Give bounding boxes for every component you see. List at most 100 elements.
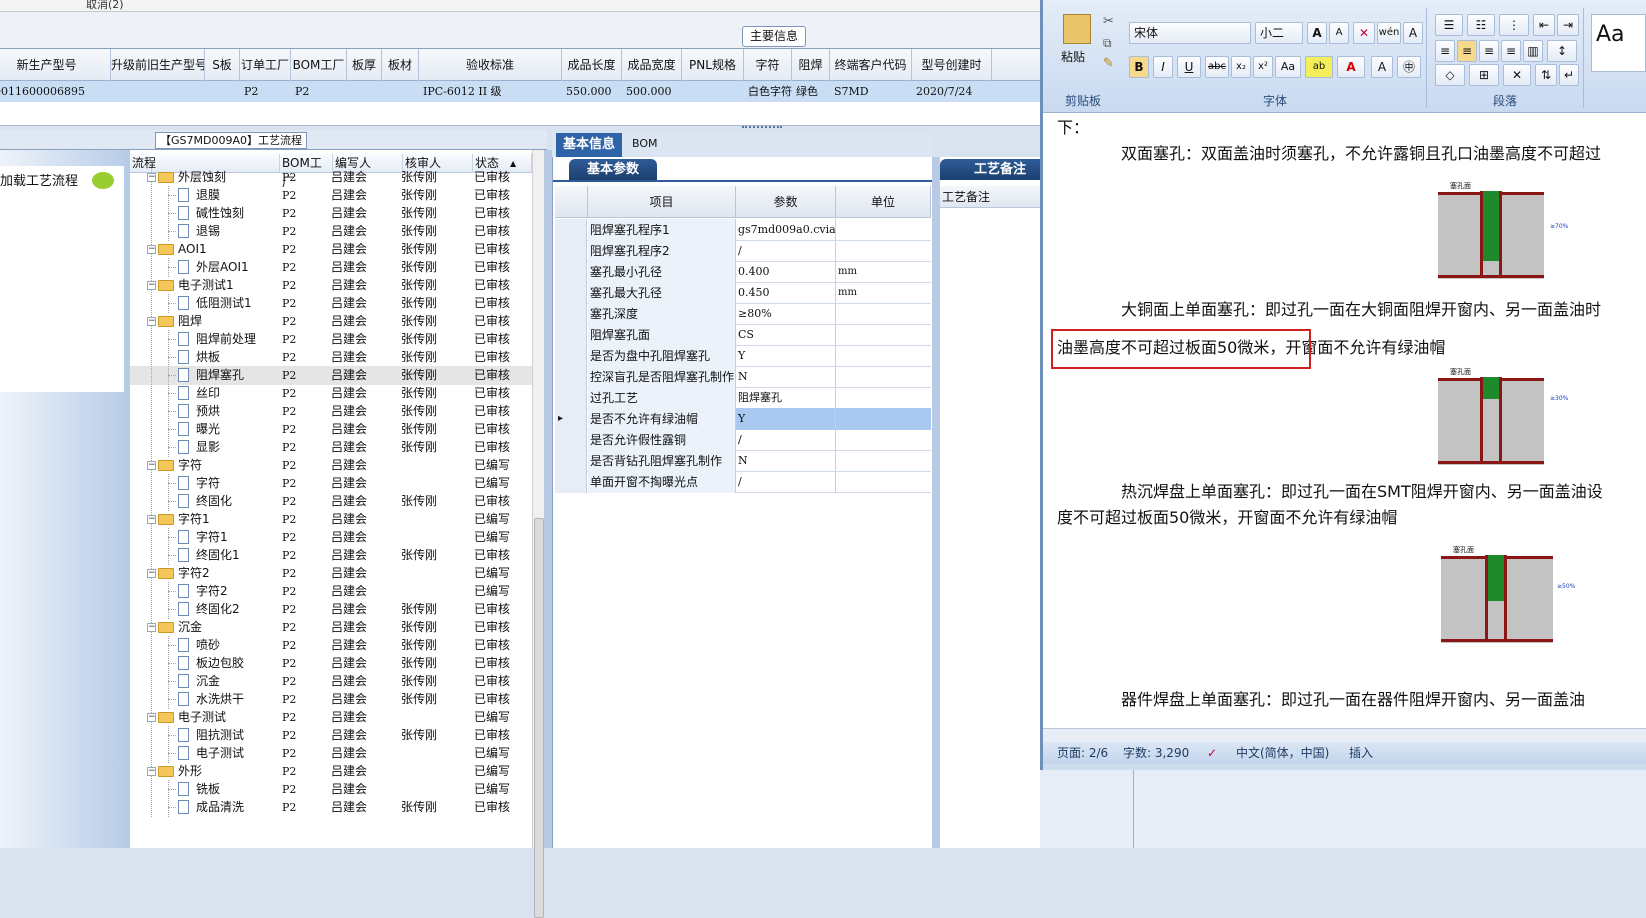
style-preview[interactable]: Aa: [1591, 14, 1646, 72]
tab-basic-params[interactable]: 基本参数: [569, 159, 657, 180]
status-insert-mode[interactable]: 插入: [1349, 742, 1373, 764]
enclose-char-icon[interactable]: ㊥: [1397, 56, 1421, 78]
row-indicator[interactable]: [555, 261, 587, 283]
tab-process-notes[interactable]: 工艺备注: [940, 159, 1040, 180]
param-value[interactable]: 阻焊塞孔: [736, 387, 836, 409]
align-left-icon[interactable]: ≡: [1435, 40, 1455, 62]
tree-row[interactable]: − AOI1 P2 吕建会 张传刚 已审核: [130, 240, 532, 259]
shading-icon[interactable]: ◇: [1435, 64, 1465, 86]
param-value[interactable]: /: [736, 471, 836, 493]
row-indicator[interactable]: [555, 345, 587, 367]
main-cell[interactable]: [351, 81, 382, 102]
justify-icon[interactable]: ≡: [1501, 40, 1521, 62]
main-cell[interactable]: [209, 81, 240, 102]
superscript-icon[interactable]: x²: [1253, 56, 1273, 78]
param-value[interactable]: gs7md009a0.cvia: [736, 219, 836, 241]
main-col-header[interactable]: BOM工厂: [291, 49, 347, 81]
main-col-header[interactable]: 字符: [744, 49, 792, 81]
main-col-header[interactable]: 成品长度: [562, 49, 622, 81]
main-col-header[interactable]: 阻焊: [792, 49, 830, 81]
row-indicator[interactable]: [555, 303, 587, 325]
horizontal-scrollbar[interactable]: [1043, 728, 1646, 742]
param-value[interactable]: 0.400: [736, 261, 836, 283]
param-unit[interactable]: [836, 450, 931, 472]
line-spacing-icon[interactable]: ↕: [1547, 40, 1577, 62]
main-col-header[interactable]: 终端客户代码: [830, 49, 912, 81]
tree-row[interactable]: 终固化1 P2 吕建会 张传刚 已审核: [130, 546, 532, 565]
status-language[interactable]: 中文(简体，中国): [1236, 742, 1329, 764]
param-value[interactable]: ≥80%: [736, 303, 836, 325]
row-indicator[interactable]: [555, 429, 587, 451]
row-indicator[interactable]: [555, 219, 587, 241]
strikethrough-icon[interactable]: abc: [1205, 56, 1229, 78]
param-unit[interactable]: [836, 408, 931, 430]
param-row[interactable]: 塞孔深度 ≥80%: [555, 303, 931, 325]
tree-row[interactable]: 曝光 P2 吕建会 张传刚 已审核: [130, 420, 532, 439]
tree-scroll-thumb[interactable]: [534, 518, 544, 918]
tree-row[interactable]: 退膜 P2 吕建会 张传刚 已审核: [130, 186, 532, 205]
tree-row[interactable]: − 外层蚀刻 P2 吕建会 张传刚 已审核: [130, 168, 532, 187]
collapse-icon[interactable]: −: [147, 623, 156, 632]
tree-row[interactable]: 沉金 P2 吕建会 张传刚 已审核: [130, 672, 532, 691]
param-value[interactable]: /: [736, 429, 836, 451]
param-row[interactable]: 是否允许假性露铜 /: [555, 429, 931, 451]
tree-row[interactable]: 阻抗测试 P2 吕建会 张传刚 已审核: [130, 726, 532, 745]
main-col-header[interactable]: 成品宽度: [622, 49, 682, 81]
document-page[interactable]: 下： 双面塞孔：双面盖油时须塞孔，不允许露铜且孔口油墨高度不可超过 塞孔面 ≥7…: [1043, 112, 1646, 728]
font-color-icon[interactable]: A: [1337, 56, 1365, 78]
tree-row[interactable]: − 电子测试1 P2 吕建会 张传刚 已审核: [130, 276, 532, 295]
phonetic-guide-icon[interactable]: wén: [1377, 22, 1401, 44]
subscript-icon[interactable]: x₂: [1231, 56, 1251, 78]
tree-row[interactable]: 电子测试 P2 吕建会 已编写: [130, 744, 532, 763]
chinese-layout-icon[interactable]: ✕: [1503, 64, 1531, 86]
param-row[interactable]: 单面开窗不掏曝光点 /: [555, 471, 931, 493]
row-indicator[interactable]: [555, 387, 587, 409]
right-splitter[interactable]: [932, 157, 940, 848]
tree-scrollbar[interactable]: [532, 150, 544, 918]
bold-icon[interactable]: B: [1129, 56, 1149, 78]
param-unit[interactable]: mm: [836, 261, 931, 283]
char-border-icon[interactable]: A: [1403, 22, 1423, 44]
distributed-icon[interactable]: ▥: [1523, 40, 1543, 62]
shrink-font-icon[interactable]: A: [1329, 22, 1349, 44]
param-unit[interactable]: [836, 471, 931, 493]
main-col-header[interactable]: 验收标准: [419, 49, 562, 81]
param-value[interactable]: N: [736, 366, 836, 388]
tree-row[interactable]: 字符 P2 吕建会 已编写: [130, 474, 532, 493]
collapse-icon[interactable]: −: [147, 461, 156, 470]
tree-row[interactable]: − 字符1 P2 吕建会 已编写: [130, 510, 532, 529]
param-value[interactable]: Y: [736, 345, 836, 367]
proofing-icon[interactable]: ✓: [1207, 742, 1217, 764]
row-indicator[interactable]: [555, 366, 587, 388]
param-value[interactable]: N: [736, 450, 836, 472]
main-col-header[interactable]: 板材: [382, 49, 419, 81]
row-indicator[interactable]: [555, 324, 587, 346]
tree-row[interactable]: 退锡 P2 吕建会 张传刚 已审核: [130, 222, 532, 241]
param-row[interactable]: 塞孔最大孔径 0.450 mm: [555, 282, 931, 304]
main-cell[interactable]: 2020/7/24: [916, 81, 992, 102]
main-cell[interactable]: 绿色: [796, 81, 830, 102]
change-case-icon[interactable]: Aa: [1275, 56, 1301, 78]
tree-row[interactable]: − 沉金 P2 吕建会 张传刚 已审核: [130, 618, 532, 637]
param-row[interactable]: 阻焊塞孔程序2/: [555, 240, 931, 262]
main-cell[interactable]: P2: [295, 81, 347, 102]
tree-row[interactable]: 终固化2 P2 吕建会 张传刚 已审核: [130, 600, 532, 619]
tree-row[interactable]: 字符2 P2 吕建会 已编写: [130, 582, 532, 601]
tree-row[interactable]: − 电子测试 P2 吕建会 已编写: [130, 708, 532, 727]
main-cell[interactable]: 10011600006895: [0, 81, 111, 102]
tab-bom[interactable]: BOM: [632, 137, 658, 150]
param-value[interactable]: CS: [736, 324, 836, 346]
tab-basic-info[interactable]: 基本信息: [556, 133, 622, 157]
main-cell[interactable]: [686, 81, 744, 102]
main-col-header[interactable]: 新生产型号: [0, 49, 111, 81]
main-col-header[interactable]: S板: [205, 49, 240, 81]
decrease-indent-icon[interactable]: ⇤: [1533, 14, 1555, 36]
sort-icon[interactable]: ⇅: [1535, 64, 1557, 86]
main-cell[interactable]: [386, 81, 419, 102]
tree-row[interactable]: − 字符2 P2 吕建会 已编写: [130, 564, 532, 583]
param-unit[interactable]: [836, 324, 931, 346]
status-word-count[interactable]: 字数: 3,290: [1123, 742, 1189, 764]
tree-row[interactable]: 板边包胶 P2 吕建会 张传刚 已审核: [130, 654, 532, 673]
tree-row[interactable]: 喷砂 P2 吕建会 张传刚 已审核: [130, 636, 532, 655]
row-indicator[interactable]: ▸: [555, 408, 587, 430]
